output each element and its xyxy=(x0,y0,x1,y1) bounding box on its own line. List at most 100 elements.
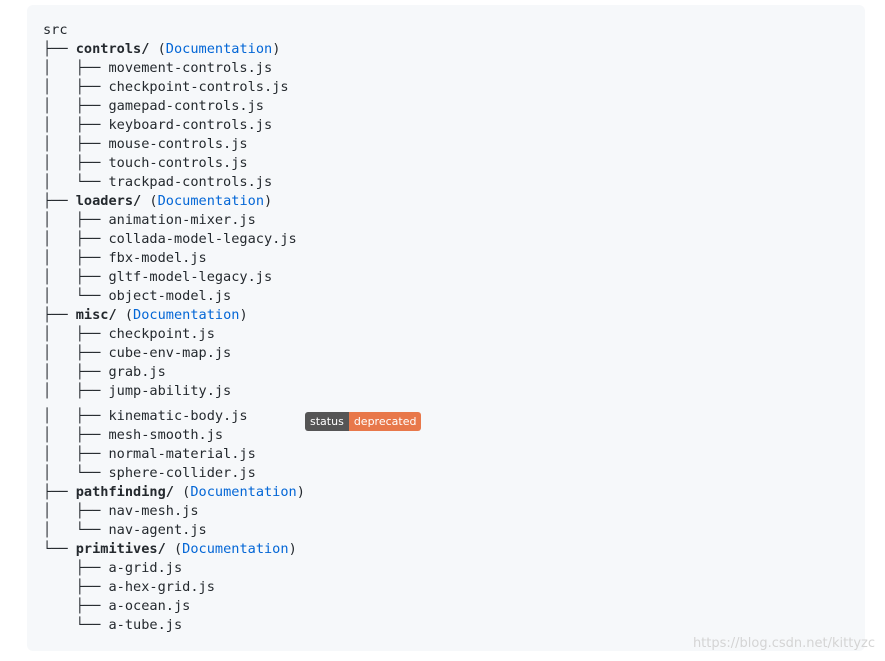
file-name: gltf-model-legacy.js xyxy=(108,269,273,285)
tree-root: src xyxy=(43,21,305,40)
tree-branch: │ └── xyxy=(43,465,109,481)
paren-close: ) xyxy=(264,193,273,209)
file-name: kinematic-body.js xyxy=(108,408,248,424)
tree-file-row: │ ├── normal-material.js xyxy=(43,445,305,464)
tree-branch: │ ├── xyxy=(43,383,109,399)
tree-file-row: │ ├── fbx-model.js xyxy=(43,249,305,268)
file-name: grab.js xyxy=(108,364,166,380)
tree-branch: └── xyxy=(43,617,109,633)
file-name: normal-material.js xyxy=(108,446,256,462)
badge-value: deprecated xyxy=(348,412,422,431)
tree-branch: │ ├── xyxy=(43,269,109,285)
file-name: movement-controls.js xyxy=(108,60,273,76)
tree-branch: ├── xyxy=(43,560,109,576)
tree-dir-row: ├── pathfinding/ (Documentation) xyxy=(43,483,305,502)
documentation-link[interactable]: Documentation xyxy=(166,41,272,57)
file-name: touch-controls.js xyxy=(108,155,248,171)
tree-file-row: │ ├── gamepad-controls.js xyxy=(43,97,305,116)
tree-branch: │ ├── xyxy=(43,503,109,519)
tree-file-row: └── a-tube.js xyxy=(43,616,305,635)
dir-name: misc/ xyxy=(75,307,117,323)
paren-open: ( xyxy=(149,41,166,57)
documentation-link[interactable]: Documentation xyxy=(182,541,288,557)
file-name: animation-mixer.js xyxy=(108,212,256,228)
file-name: a-grid.js xyxy=(108,560,183,576)
tree-branch: ├── xyxy=(43,193,76,209)
paren-close: ) xyxy=(272,41,281,57)
tree-file-row: │ ├── touch-controls.js xyxy=(43,154,305,173)
tree-file-row: │ ├── keyboard-controls.js xyxy=(43,116,305,135)
paren-open: ( xyxy=(165,541,183,557)
status-badge: status deprecated xyxy=(305,412,422,431)
file-name: jump-ability.js xyxy=(108,383,232,399)
tree-file-row: ├── a-ocean.js xyxy=(43,597,305,616)
tree-branch: │ └── xyxy=(43,288,109,304)
file-name: mouse-controls.js xyxy=(108,136,248,152)
tree-dir-row: ├── misc/ (Documentation) xyxy=(43,306,305,325)
paren-open: ( xyxy=(141,193,158,209)
file-tree: src ├── controls/ (Documentation) │ ├── mo… xyxy=(43,21,422,635)
file-name: mesh-smooth.js xyxy=(108,427,224,443)
dir-name: loaders/ xyxy=(75,193,142,209)
watermark: https://blog.csdn.net/kittyzc xyxy=(692,636,875,651)
tree-branch: │ ├── xyxy=(43,250,109,266)
file-name: nav-mesh.js xyxy=(108,503,199,519)
tree-branch: │ ├── xyxy=(43,79,109,95)
badge-label: status xyxy=(305,412,349,431)
tree-dir-row: ├── loaders/ (Documentation) xyxy=(43,192,305,211)
file-name: gamepad-controls.js xyxy=(108,98,264,114)
tree-file-row: │ ├── checkpoint.js xyxy=(43,325,305,344)
tree-file-row: │ └── trackpad-controls.js xyxy=(43,173,305,192)
file-name: object-model.js xyxy=(108,288,232,304)
tree-branch: │ ├── xyxy=(43,60,109,76)
tree-file-row: │ ├── checkpoint-controls.js xyxy=(43,78,305,97)
file-name: a-tube.js xyxy=(108,617,183,633)
tree-branch: │ ├── xyxy=(43,345,109,361)
tree-dir-row: └── primitives/ (Documentation) xyxy=(43,540,305,559)
paren-open: ( xyxy=(116,307,134,323)
tree-branch: │ ├── xyxy=(43,155,109,171)
tree-file-row: │ ├── mouse-controls.js xyxy=(43,135,305,154)
file-name: a-ocean.js xyxy=(108,598,191,614)
tree-branch: │ ├── xyxy=(43,408,109,424)
tree-branch: └── xyxy=(43,541,76,557)
file-name: keyboard-controls.js xyxy=(108,117,273,133)
file-name: checkpoint-controls.js xyxy=(108,79,289,95)
documentation-link[interactable]: Documentation xyxy=(190,484,296,500)
dir-name: primitives/ xyxy=(75,541,166,557)
tree-file-row: │ └── object-model.js xyxy=(43,287,305,306)
root-dir-name: src xyxy=(43,22,68,38)
tree-branch: ├── xyxy=(43,484,76,500)
tree-file-row: │ └── sphere-collider.js xyxy=(43,464,305,483)
tree-branch: │ ├── xyxy=(43,212,109,228)
tree-dir-row: ├── controls/ (Documentation) xyxy=(43,40,305,59)
file-name: cube-env-map.js xyxy=(108,345,232,361)
tree-branch: │ ├── xyxy=(43,446,109,462)
tree-branch: │ ├── xyxy=(43,136,109,152)
tree-file-row: │ ├── grab.js xyxy=(43,363,305,382)
file-name: a-hex-grid.js xyxy=(108,579,215,595)
tree-branch: │ ├── xyxy=(43,364,109,380)
documentation-link[interactable]: Documentation xyxy=(133,307,239,323)
tree-file-row: ├── a-grid.js xyxy=(43,559,305,578)
tree-file-row: │ ├── nav-mesh.js xyxy=(43,502,305,521)
file-name: trackpad-controls.js xyxy=(108,174,273,190)
tree-branch: ├── xyxy=(43,579,109,595)
paren-close: ) xyxy=(288,541,297,557)
file-name: checkpoint.js xyxy=(108,326,215,342)
dir-name: controls/ xyxy=(75,41,150,57)
tree-branch: │ ├── xyxy=(43,117,109,133)
tree-branch: │ ├── xyxy=(43,326,109,342)
tree-file-row: │ ├── collada-model-legacy.js xyxy=(43,230,305,249)
tree-file-row: ├── a-hex-grid.js xyxy=(43,578,305,597)
tree-file-row: │ ├── movement-controls.js xyxy=(43,59,305,78)
dir-name: pathfinding/ xyxy=(75,484,174,500)
tree-branch: │ └── xyxy=(43,174,109,190)
paren-close: ) xyxy=(296,484,305,500)
file-name: nav-agent.js xyxy=(108,522,207,538)
tree-branch: │ └── xyxy=(43,522,109,538)
tree-file-row: │ └── nav-agent.js xyxy=(43,521,305,540)
tree-branch: ├── xyxy=(43,307,76,323)
tree-branch: ├── xyxy=(43,598,109,614)
documentation-link[interactable]: Documentation xyxy=(158,193,264,209)
